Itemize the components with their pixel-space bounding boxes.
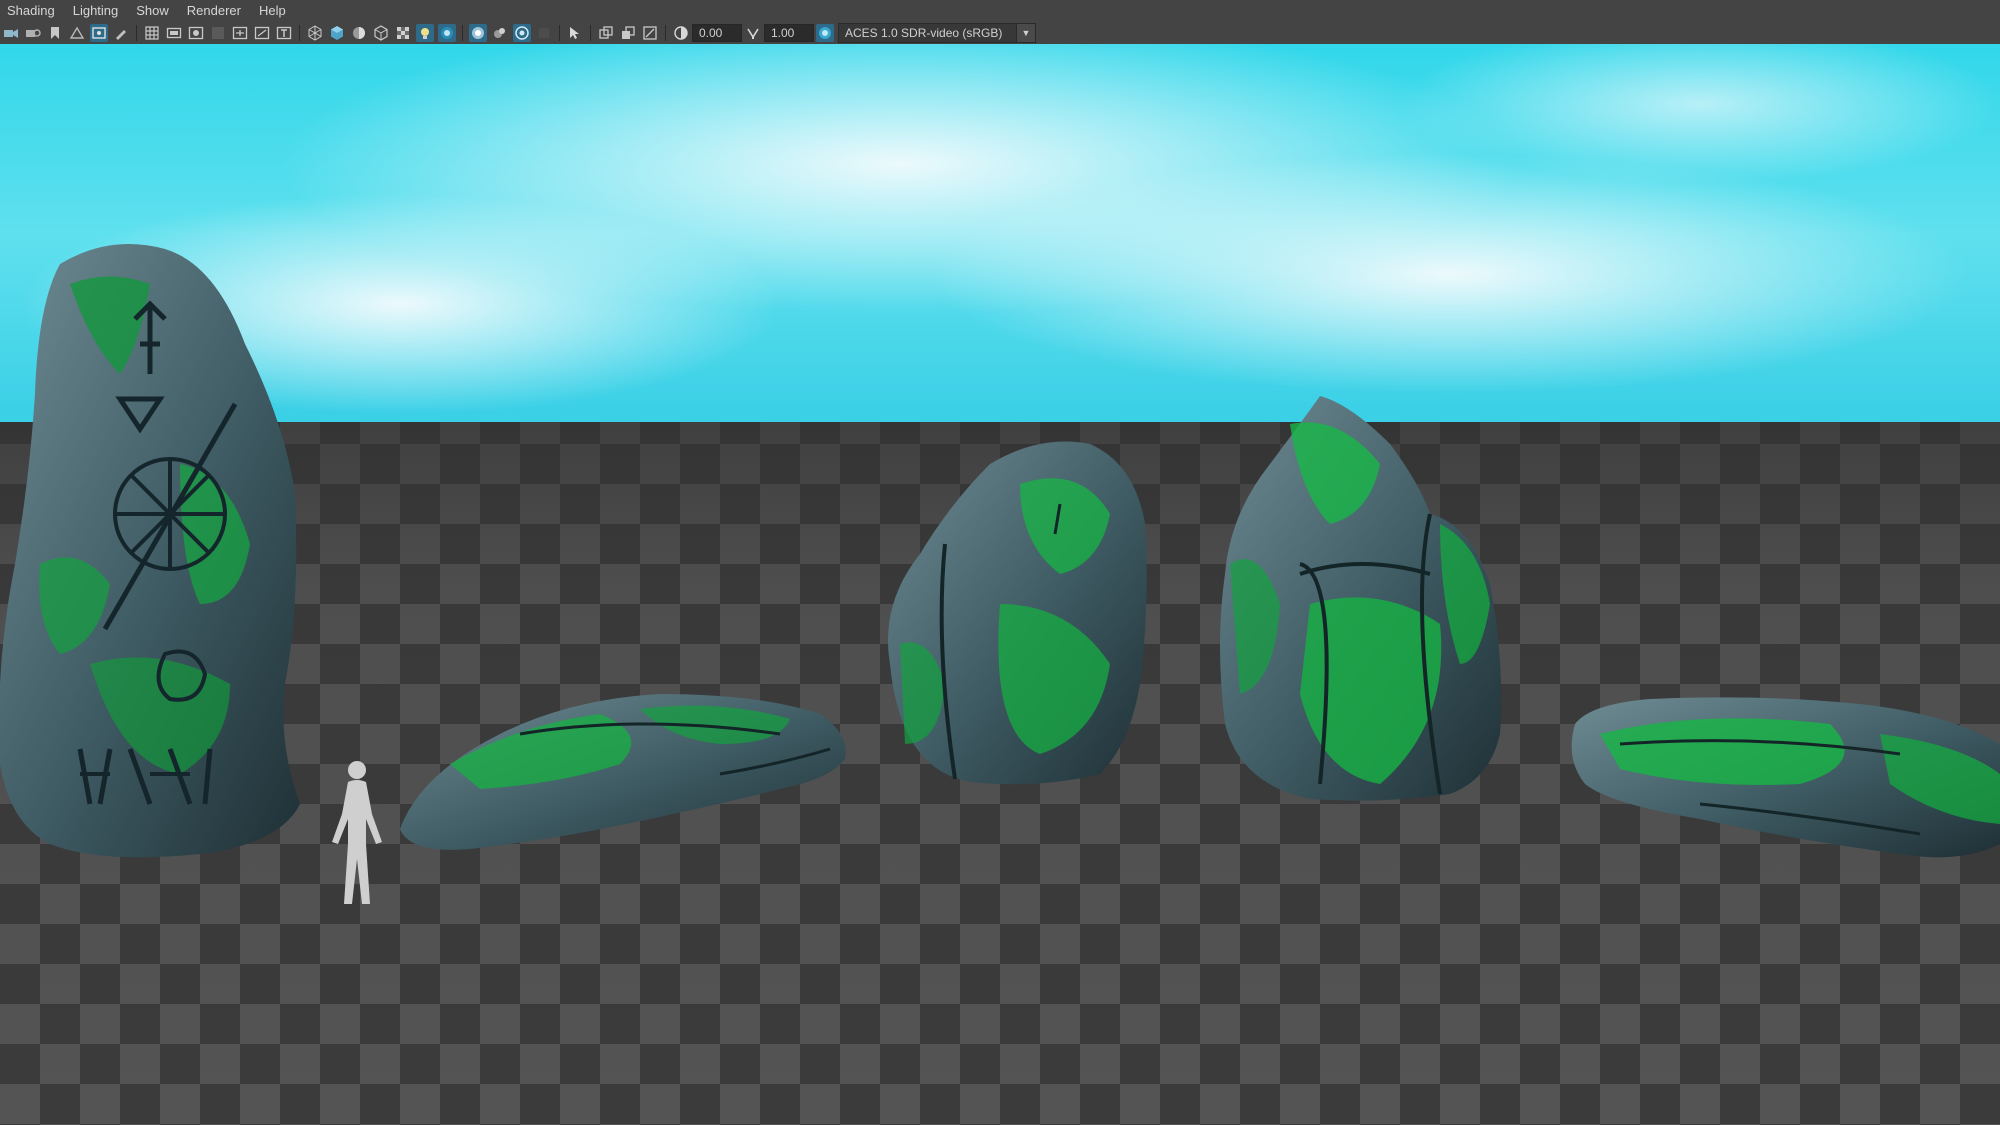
- gate-mask-icon[interactable]: [209, 24, 227, 42]
- xray-joints-icon[interactable]: [619, 24, 637, 42]
- shadows-icon[interactable]: [416, 24, 434, 42]
- default-material-icon[interactable]: [350, 24, 368, 42]
- use-all-lights-icon[interactable]: [394, 24, 412, 42]
- blank-slot-icon: [535, 24, 553, 42]
- chevron-down-icon[interactable]: ▼: [1016, 24, 1035, 42]
- viewport-3d[interactable]: [0, 44, 2000, 1125]
- paint-brush-icon[interactable]: [112, 24, 130, 42]
- menu-bar: Shading Lighting Show Renderer Help: [0, 0, 2000, 22]
- xray-components-icon[interactable]: [641, 24, 659, 42]
- menu-shading[interactable]: Shading: [0, 0, 64, 22]
- color-management-icon[interactable]: [816, 24, 834, 42]
- toolbar-separator: [136, 25, 137, 41]
- field-chart-icon[interactable]: [231, 24, 249, 42]
- gamma-input[interactable]: 1.00: [764, 24, 814, 42]
- motion-blur-icon[interactable]: [469, 24, 487, 42]
- grid-icon[interactable]: [143, 24, 161, 42]
- textured-icon[interactable]: [372, 24, 390, 42]
- toolbar-separator: [559, 25, 560, 41]
- xray-icon[interactable]: [597, 24, 615, 42]
- viewport-scene[interactable]: [0, 44, 2000, 1125]
- toolbar-separator: [590, 25, 591, 41]
- toolbar-separator: [665, 25, 666, 41]
- film-gate-icon[interactable]: [165, 24, 183, 42]
- anti-aliasing-icon[interactable]: [491, 24, 509, 42]
- isolate-select-icon[interactable]: [566, 24, 584, 42]
- menu-help[interactable]: Help: [250, 0, 295, 22]
- image-plane-icon[interactable]: [68, 24, 86, 42]
- bookmark-icon[interactable]: [46, 24, 64, 42]
- safe-action-icon[interactable]: [253, 24, 271, 42]
- color-space-dropdown[interactable]: ACES 1.0 SDR-video (sRGB) ▼: [838, 23, 1036, 43]
- exposure-icon[interactable]: [672, 24, 690, 42]
- exposure-input[interactable]: 0.00: [692, 24, 742, 42]
- resolution-gate-icon[interactable]: [187, 24, 205, 42]
- depth-of-field-icon[interactable]: [513, 24, 531, 42]
- cloud: [930, 154, 1970, 394]
- screen-space-ao-icon[interactable]: [438, 24, 456, 42]
- toolbar-separator: [299, 25, 300, 41]
- toolbar-separator: [462, 25, 463, 41]
- color-space-value: ACES 1.0 SDR-video (sRGB): [845, 26, 1003, 40]
- menu-renderer[interactable]: Renderer: [178, 0, 250, 22]
- camera-attributes-icon[interactable]: [24, 24, 42, 42]
- panel-toolbar: 0.00 1.00 ACES 1.0 SDR-video (sRGB) ▼: [0, 22, 2000, 44]
- safe-title-icon[interactable]: [275, 24, 293, 42]
- menu-show[interactable]: Show: [127, 0, 178, 22]
- wireframe-icon[interactable]: [306, 24, 324, 42]
- camera-gate-icon[interactable]: [90, 24, 108, 42]
- gamma-icon[interactable]: [744, 24, 762, 42]
- camera-select-icon[interactable]: [2, 24, 20, 42]
- menu-lighting[interactable]: Lighting: [64, 0, 128, 22]
- smooth-shade-icon[interactable]: [328, 24, 346, 42]
